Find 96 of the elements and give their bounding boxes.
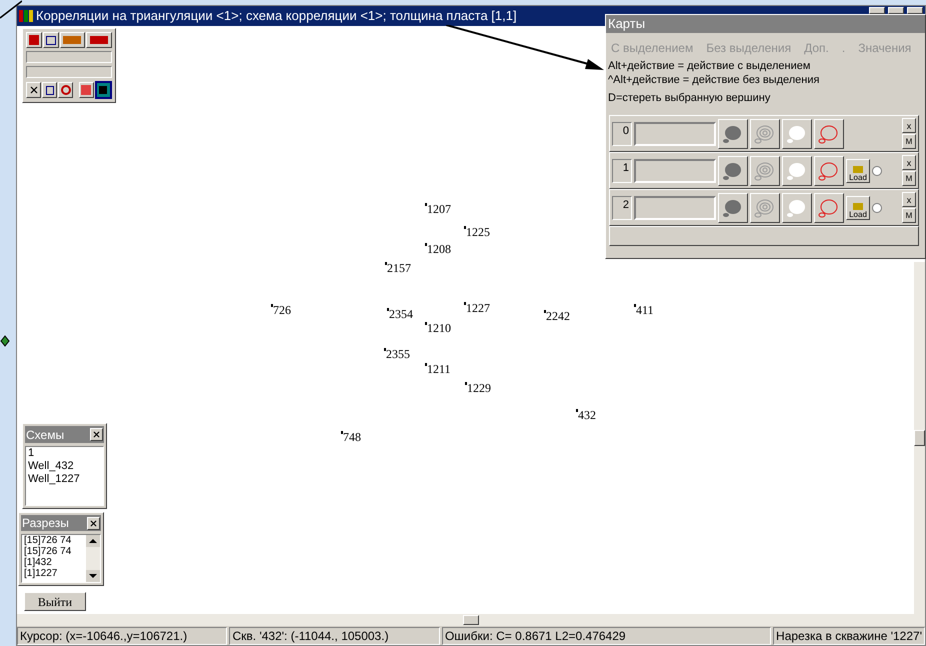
well-marker-icon bbox=[387, 308, 389, 311]
filled-area-icon[interactable] bbox=[718, 156, 748, 186]
window-title: Корреляции на триангуляции <1>; схема корреляции <1>; толщина пласта [1,1] bbox=[36, 7, 517, 26]
remove-layer-button[interactable]: x bbox=[902, 192, 916, 207]
well-label: 2355 bbox=[386, 347, 410, 361]
status-field: Курсор: (x=-10646.,y=106721.) bbox=[17, 627, 228, 645]
list-item[interactable]: Well_432 bbox=[28, 460, 101, 473]
outline-area-icon[interactable] bbox=[814, 118, 844, 148]
list-item[interactable]: 1 bbox=[28, 447, 101, 460]
list-item[interactable]: Well_1227 bbox=[28, 473, 101, 486]
maximize-button[interactable] bbox=[888, 7, 904, 14]
layer-radio[interactable] bbox=[872, 166, 882, 176]
well-marker-icon bbox=[465, 382, 467, 385]
blank-area-icon[interactable] bbox=[782, 192, 812, 222]
list-scrollbar[interactable] bbox=[86, 535, 100, 582]
minimize-button[interactable] bbox=[869, 7, 885, 14]
close-icon bbox=[92, 430, 101, 439]
mode-button[interactable]: M bbox=[902, 134, 916, 149]
contour-lines-icon[interactable] bbox=[750, 156, 780, 186]
well-label: 1229 bbox=[467, 381, 491, 395]
scroll-down-icon[interactable] bbox=[86, 570, 100, 582]
panel-title: Схемы bbox=[26, 426, 64, 444]
close-icon bbox=[89, 518, 98, 528]
layer-name-field[interactable] bbox=[634, 196, 716, 220]
panel-title: Карты bbox=[608, 15, 646, 34]
delete-tool-icon[interactable] bbox=[26, 82, 42, 98]
hint-text: ^Alt+действие = действие без выделения bbox=[607, 73, 820, 87]
well-label: 411 bbox=[636, 303, 654, 317]
hint-text: D=стереть выбранную вершину bbox=[607, 91, 772, 105]
layer-number: 2 bbox=[612, 196, 632, 220]
contour-lines-icon[interactable] bbox=[750, 118, 780, 148]
well-marker-icon bbox=[425, 363, 427, 366]
status-field: Скв. '432': (-11044., 105003.) bbox=[229, 627, 440, 645]
hint-text: Alt+действие = действие с выделением bbox=[607, 59, 812, 73]
layer-number: 1 bbox=[612, 158, 632, 182]
contour-lines-icon[interactable] bbox=[750, 192, 780, 222]
well-marker-icon bbox=[341, 431, 343, 434]
layer-name-field[interactable] bbox=[634, 122, 716, 146]
scroll-thumb[interactable] bbox=[914, 430, 925, 446]
layer-name-field[interactable] bbox=[634, 158, 716, 182]
diamond-icon bbox=[0, 335, 10, 347]
well-marker-icon bbox=[576, 409, 578, 412]
layer-number: 0 bbox=[612, 122, 632, 146]
well-marker-icon bbox=[425, 243, 427, 246]
panel-title: Разрезы bbox=[22, 515, 69, 532]
filled-area-icon[interactable] bbox=[718, 192, 748, 222]
load-button[interactable]: Load bbox=[846, 196, 870, 220]
close-button[interactable] bbox=[87, 516, 100, 530]
well-marker-icon bbox=[271, 304, 273, 307]
close-button[interactable] bbox=[907, 7, 923, 14]
list-item[interactable]: [15]726 74 bbox=[24, 546, 84, 557]
list-item[interactable]: [1]1227 bbox=[24, 568, 84, 579]
scroll-thumb[interactable] bbox=[463, 615, 479, 625]
remove-layer-button[interactable]: x bbox=[902, 155, 916, 170]
layer-radio[interactable] bbox=[872, 202, 882, 212]
well-label: 1211 bbox=[427, 362, 451, 376]
well-label: 2354 bbox=[389, 307, 413, 321]
list-item[interactable]: [1]432 bbox=[24, 557, 84, 568]
app-icon bbox=[19, 10, 33, 22]
vertical-scrollbar[interactable] bbox=[914, 262, 925, 614]
remove-layer-button[interactable]: x bbox=[902, 118, 916, 133]
load-button[interactable]: Load bbox=[846, 158, 870, 182]
horizontal-scrollbar[interactable] bbox=[17, 614, 925, 626]
blank-area-icon[interactable] bbox=[782, 118, 812, 148]
mode-button[interactable]: M bbox=[902, 208, 916, 223]
well-marker-icon bbox=[544, 310, 546, 313]
well-marker-icon bbox=[425, 322, 427, 325]
scroll-up-icon[interactable] bbox=[86, 535, 100, 547]
well-label: 1207 bbox=[427, 202, 451, 216]
filled-area-icon[interactable] bbox=[718, 118, 748, 148]
status-field: Ошибки: C= 0.8671 L2=0.476429 bbox=[442, 627, 772, 645]
well-marker-icon bbox=[634, 304, 636, 307]
well-label: 1210 bbox=[427, 321, 451, 335]
well-label: 2157 bbox=[387, 261, 411, 275]
well-label: 1208 bbox=[427, 242, 451, 256]
outline-area-icon[interactable] bbox=[814, 156, 844, 186]
well-marker-icon bbox=[464, 302, 466, 305]
close-button[interactable] bbox=[90, 428, 103, 441]
well-marker-icon bbox=[464, 226, 466, 229]
well-label: 1227 bbox=[466, 301, 490, 315]
well-label: 1225 bbox=[466, 225, 490, 239]
well-label: 726 bbox=[273, 303, 291, 317]
annotation-line bbox=[0, 0, 22, 20]
mode-button[interactable]: M bbox=[902, 171, 916, 186]
frame-tool-icon[interactable] bbox=[42, 32, 59, 48]
outline-area-icon[interactable] bbox=[814, 192, 844, 222]
well-marker-icon bbox=[425, 203, 427, 206]
well-marker-icon bbox=[384, 348, 386, 351]
well-marker-icon bbox=[385, 262, 387, 265]
well-label: 432 bbox=[578, 408, 596, 422]
well-label: 748 bbox=[343, 430, 361, 444]
status-field: Нарезка в скважине '1227' bbox=[773, 627, 925, 645]
exit-button[interactable]: Выйти bbox=[24, 592, 86, 611]
list-item[interactable]: [15]726 74 bbox=[24, 535, 84, 546]
blank-area-icon[interactable] bbox=[782, 156, 812, 186]
well-label: 2242 bbox=[546, 309, 570, 323]
